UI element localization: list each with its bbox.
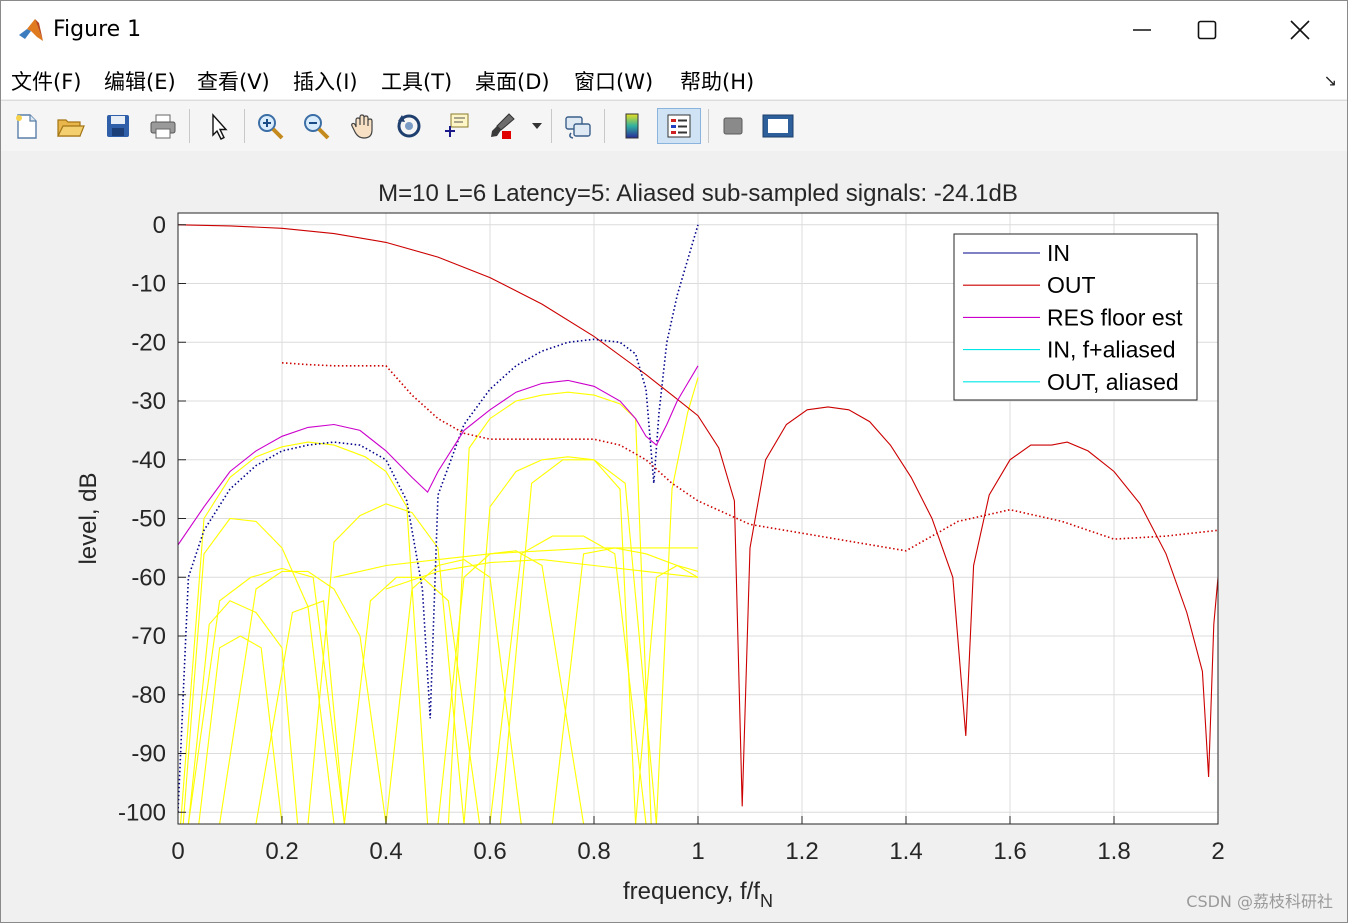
matlab-logo-icon: [19, 19, 43, 41]
y-tick-label: -70: [131, 623, 166, 650]
y-tick-label: -60: [131, 564, 166, 591]
rotate-icon: [397, 114, 421, 138]
y-tick-label: -90: [131, 741, 166, 768]
menu-insert[interactable]: 插入(I): [293, 66, 358, 96]
figure-chart[interactable]: 0 0.2 0.4 0.6 0.8 1 1.2 1.4 1.6 1.8 2 0 -10 -20 -30 -40…: [1, 151, 1347, 922]
toolbar-separator: [244, 109, 245, 143]
menu-file[interactable]: 文件(F): [11, 66, 81, 96]
toolbar-separator: [551, 109, 552, 143]
legend-label: OUT: [1047, 272, 1096, 298]
legend-label: RES floor est: [1047, 304, 1183, 330]
x-tick-label: 1: [691, 838, 704, 865]
minimize-button[interactable]: [1119, 9, 1165, 51]
close-button[interactable]: [1277, 9, 1323, 51]
menu-expand-arrow[interactable]: ↘: [1324, 71, 1337, 90]
menu-window[interactable]: 窗口(W): [574, 66, 653, 96]
x-tick-label: 2: [1211, 838, 1224, 865]
hide-plot-tools-button[interactable]: [716, 108, 750, 144]
rotate-button[interactable]: [392, 108, 426, 144]
new-figure-button[interactable]: [9, 108, 43, 144]
zoom-out-icon: [304, 114, 330, 140]
brush-dropdown[interactable]: [527, 108, 547, 144]
menu-view[interactable]: 查看(V): [197, 66, 270, 96]
y-tick-label: -50: [131, 506, 166, 533]
save-icon: [107, 115, 129, 137]
brush-button[interactable]: [485, 108, 519, 144]
x-tick-label: 1.6: [993, 838, 1026, 865]
figure-window: Figure 1 文件(F) 编辑(E) 查看(V) 插入(I) 工具(T) 桌…: [0, 0, 1348, 923]
menu-desktop[interactable]: 桌面(D): [475, 66, 550, 96]
zoom-in-icon: [258, 114, 284, 140]
legend-label: IN: [1047, 240, 1070, 266]
x-tick-label: 0: [171, 838, 184, 865]
zoom-out-button[interactable]: [299, 108, 333, 144]
x-tick-label: 1.2: [785, 838, 818, 865]
y-tick-label: -40: [131, 447, 166, 474]
show-plot-tools-icon: [762, 114, 794, 138]
x-tick-label: 1.8: [1097, 838, 1130, 865]
legend[interactable]: IN OUT RES floor est IN, f+aliased OUT, alia…: [953, 233, 1198, 401]
menu-edit[interactable]: 编辑(E): [104, 66, 176, 96]
menu-help[interactable]: 帮助(H): [680, 66, 754, 96]
y-axis-label: level, dB: [75, 472, 102, 564]
x-axis-label-subscript: N: [760, 891, 773, 911]
menu-bar: 文件(F) 编辑(E) 查看(V) 插入(I) 工具(T) 桌面(D) 窗口(W…: [1, 61, 1347, 99]
plot-area: 0 0.2 0.4 0.6 0.8 1 1.2 1.4 1.6 1.8 2 0 -10 -20 -30 -40…: [1, 151, 1347, 922]
y-tick-label: -10: [131, 271, 166, 298]
link-icon: [565, 116, 591, 139]
open-button[interactable]: [53, 108, 87, 144]
watermark: CSDN @荔枝科研社: [1186, 892, 1333, 911]
chevron-down-icon: [532, 123, 542, 129]
pan-button[interactable]: [346, 108, 380, 144]
x-axis-label-text: frequency, f/f: [623, 878, 760, 905]
title-bar[interactable]: Figure 1: [1, 1, 1347, 61]
chart-title: M=10 L=6 Latency=5: Aliased sub-sampled …: [378, 180, 1018, 207]
data-cursor-icon: [445, 113, 469, 137]
figure-toolbar: [1, 100, 1347, 152]
pan-icon: [351, 114, 373, 139]
y-tick-label: -100: [118, 799, 166, 826]
toolbar-separator: [708, 109, 709, 143]
y-tick-label: -30: [131, 388, 166, 415]
menu-tools[interactable]: 工具(T): [381, 66, 452, 96]
x-tick-label: 1.4: [889, 838, 922, 865]
pointer-icon: [212, 113, 228, 140]
link-button[interactable]: [561, 108, 595, 144]
legend-icon: [667, 114, 691, 138]
y-tick-label: -80: [131, 682, 166, 709]
x-tick-label: 0.6: [473, 838, 506, 865]
x-tick-label: 0.4: [369, 838, 402, 865]
x-axis-label: frequency, f/fN: [623, 878, 773, 911]
print-icon: [150, 114, 176, 139]
hide-plot-tools-icon: [723, 117, 743, 135]
zoom-in-button[interactable]: [253, 108, 287, 144]
print-button[interactable]: [146, 108, 180, 144]
minimize-icon: [1133, 29, 1151, 31]
x-tick-label: 0.2: [265, 838, 298, 865]
toolbar-separator: [189, 109, 190, 143]
y-tick-label: -20: [131, 329, 166, 356]
y-tick-label: 0: [153, 212, 166, 239]
maximize-button[interactable]: [1184, 9, 1230, 51]
new-figure-icon: [16, 114, 37, 139]
maximize-icon: [1197, 20, 1217, 40]
show-plot-tools-button[interactable]: [761, 108, 795, 144]
open-icon: [57, 119, 85, 137]
save-button[interactable]: [101, 108, 135, 144]
x-tick-label: 0.8: [577, 838, 610, 865]
brush-icon: [491, 113, 515, 139]
window-title: Figure 1: [53, 17, 142, 42]
toolbar-separator: [604, 109, 605, 143]
data-cursor-button[interactable]: [439, 108, 473, 144]
pointer-button[interactable]: [201, 108, 235, 144]
legend-label: IN, f+aliased: [1047, 337, 1176, 363]
legend-label: OUT, aliased: [1047, 369, 1179, 395]
colorbar-button[interactable]: [615, 108, 649, 144]
colorbar-icon: [625, 113, 639, 139]
legend-button[interactable]: [657, 108, 701, 144]
close-icon: [1290, 20, 1310, 40]
